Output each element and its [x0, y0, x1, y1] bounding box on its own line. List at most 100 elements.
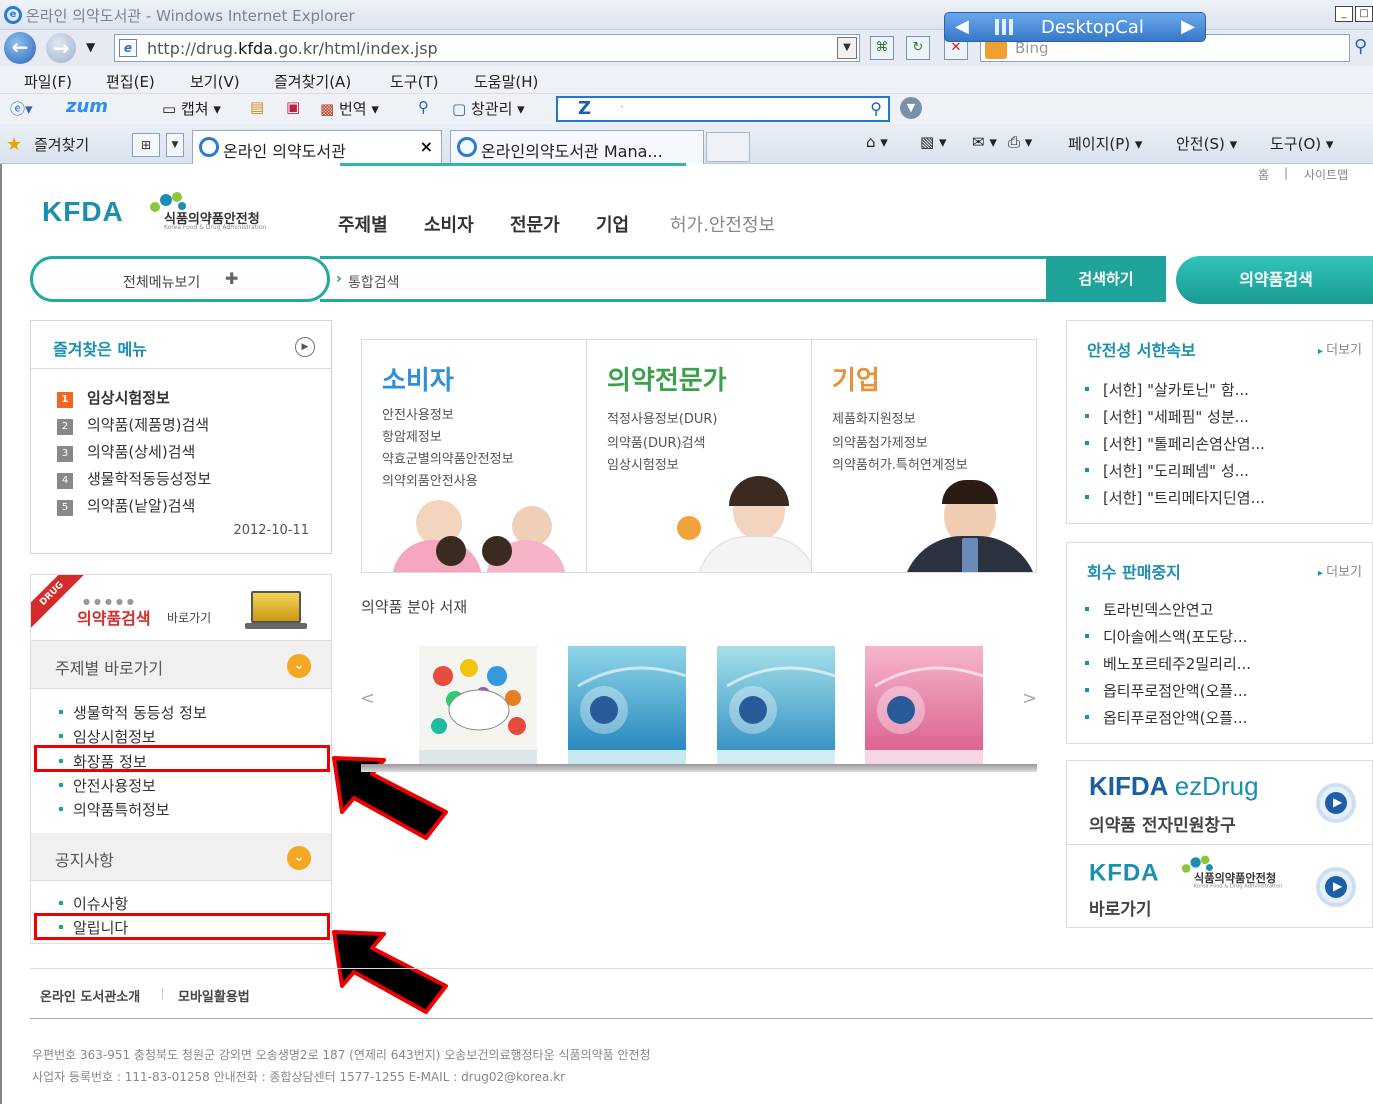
print-icon[interactable]: ⎙ ▾ [1008, 133, 1032, 151]
biz-link-3[interactable]: 의약품허가.특허연계정보 [832, 454, 968, 473]
favorites-star-icon[interactable]: ★ [6, 134, 22, 155]
window-manager-button[interactable]: ▢ 창관리 ▾ [452, 98, 525, 119]
tools-menu[interactable]: 도구(O) ▾ [1270, 133, 1333, 154]
safety-more-link[interactable]: 더보기 [1318, 339, 1362, 358]
play-circle-icon[interactable]: ▶ [295, 337, 315, 357]
pro-link-3[interactable]: 임상시험정보 [607, 454, 679, 473]
menu-tools[interactable]: 도구(T) [390, 71, 438, 92]
safety-item-3[interactable]: [서한] "톨페리손염산염... [1085, 433, 1265, 454]
consumer-link-2[interactable]: 항암제정보 [382, 426, 442, 445]
chevron-down-icon[interactable]: ⌄ [287, 654, 311, 678]
pro-link-1[interactable]: 적정사용정보(DUR) [607, 408, 717, 427]
favorite-item-5[interactable]: 5 의약품(낱알)검색 [57, 495, 195, 516]
notice-link-issues[interactable]: 이슈사항 [59, 893, 128, 914]
book-cover-4[interactable] [865, 646, 983, 764]
ezdrug-link[interactable]: KIFDA ezDrug 의약품 전자민원창구 ▶ [1067, 761, 1372, 845]
gnb-topic[interactable]: 주제별 [338, 211, 388, 237]
memo-icon[interactable]: ▤ [250, 98, 264, 116]
back-button[interactable]: ← [4, 32, 36, 64]
safety-menu[interactable]: 안전(S) ▾ [1176, 133, 1237, 154]
kfda-logo[interactable]: KFDA 식품의약품안전청 Korea Food & Drug Administ… [42, 192, 266, 231]
gnb-license-safety[interactable]: 허가.안전정보 [670, 211, 775, 237]
menu-favorites[interactable]: 즐겨찾기(A) [274, 71, 351, 92]
safety-item-1[interactable]: [서한] "살카토닌" 함... [1085, 379, 1249, 400]
refresh-icon[interactable]: ↻ [906, 36, 930, 60]
desktopcal-next-icon[interactable]: ▶ [1181, 16, 1195, 37]
util-sitemap-link[interactable]: 사이트맵 [1304, 166, 1348, 183]
url-dropdown-icon[interactable]: ▼ [837, 37, 857, 59]
new-tab-button[interactable] [706, 132, 750, 162]
safety-item-4[interactable]: [서한] "도리페넴" 성... [1085, 460, 1249, 481]
tab-library-manager[interactable]: 온라인의약도서관 Mana... [450, 130, 704, 164]
zum-options-icon[interactable]: ▼ [900, 97, 922, 119]
url-field[interactable]: e http://drug.kfda.go.kr/html/index.jsp … [114, 34, 860, 62]
gnb-expert[interactable]: 전문가 [510, 211, 560, 237]
topic-link-safe-use[interactable]: 안전사용정보 [59, 775, 156, 796]
recall-item-3[interactable]: 베노포르테주2밀리리... [1085, 653, 1251, 674]
minimize-button[interactable]: _ [1335, 6, 1353, 22]
panel-professional[interactable]: 의약전문가 적정사용정보(DUR) 의약품(DUR)검색 임상시험정보 [587, 340, 812, 572]
safety-item-2[interactable]: [서한] "세페핌" 성분... [1085, 406, 1249, 427]
drug-search-banner[interactable]: DRUG ●●●●● 의약품검색 바로가기 [31, 575, 331, 641]
zum-dropdown-icon[interactable]: · [620, 100, 624, 114]
book-cover-3[interactable] [717, 646, 835, 764]
history-dropdown-icon[interactable]: ▼ [86, 40, 95, 54]
gnb-business[interactable]: 기업 [596, 211, 629, 237]
notice-header[interactable]: 공지사항 ⌄ [31, 833, 331, 881]
topic-link-bioequivalence[interactable]: 생물학적 동등성 정보 [59, 702, 207, 723]
footer-link-mobile[interactable]: 모바일활용법 [178, 986, 250, 1005]
all-menu-button[interactable]: 전체메뉴보기 ✚ [30, 256, 330, 302]
biz-link-2[interactable]: 의약품첨가제정보 [832, 432, 928, 451]
chevron-down-icon[interactable]: ⌄ [287, 846, 311, 870]
topic-link-patent[interactable]: 의약품특허정보 [59, 799, 170, 820]
shelf-next-button[interactable]: > [1022, 688, 1037, 709]
desktopcal-widget[interactable]: ◀ DesktopCal ▶ [944, 12, 1206, 42]
play-circle-icon[interactable]: ▶ [1316, 783, 1356, 823]
shelf-prev-button[interactable]: < [360, 688, 375, 709]
menu-view[interactable]: 보기(V) [190, 71, 240, 92]
menu-help[interactable]: 도움말(H) [474, 71, 538, 92]
drug-search-button[interactable]: 의약품검색 [1176, 256, 1373, 304]
panel-business[interactable]: 기업 제품화지원정보 의약품첨가제정보 의약품허가.특허연계정보 [812, 340, 1037, 572]
maximize-button[interactable]: □ [1355, 6, 1373, 22]
favorite-item-4[interactable]: 4 생물학적동등성정보 [57, 468, 211, 489]
tab-online-library[interactable]: 온라인 의약도서관 × [192, 130, 442, 164]
save-icon[interactable]: ▣ [286, 98, 300, 116]
mail-icon[interactable]: ✉ ▾ [972, 133, 997, 151]
favorite-item-1[interactable]: 1 임상시험정보 [57, 387, 170, 408]
biz-link-1[interactable]: 제품화지원정보 [832, 408, 916, 427]
page-menu[interactable]: 페이지(P) ▾ [1068, 133, 1142, 154]
quick-tabs-icon[interactable]: ⊞ [132, 133, 160, 157]
capture-button[interactable]: ▭ 캡쳐 ▾ [162, 98, 221, 119]
favorites-button[interactable]: 즐겨찾기 [34, 134, 89, 155]
search-icon[interactable]: ⚲ [1354, 36, 1367, 57]
recall-item-2[interactable]: 디아솔에스액(포도당... [1085, 626, 1247, 647]
menu-edit[interactable]: 편집(E) [106, 71, 155, 92]
translate-button[interactable]: ▩ 번역 ▾ [320, 98, 379, 119]
favorite-item-3[interactable]: 3 의약품(상세)검색 [57, 441, 195, 462]
recall-item-1[interactable]: 토라빈덱스안연고 [1085, 599, 1213, 620]
zum-logo[interactable]: zum [66, 96, 108, 117]
menu-file[interactable]: 파일(F) [24, 71, 72, 92]
favorite-item-2[interactable]: 2 의약품(제품명)검색 [57, 414, 209, 435]
close-tab-icon[interactable]: × [420, 137, 433, 156]
search-button[interactable]: 검색하기 [1046, 256, 1166, 302]
book-cover-2[interactable] [568, 646, 686, 764]
footer-link-about[interactable]: 온라인 도서관소개 [40, 986, 140, 1005]
recall-item-4[interactable]: 옵티푸로점안액(오플... [1085, 680, 1247, 701]
recall-more-link[interactable]: 더보기 [1318, 561, 1362, 580]
safety-item-5[interactable]: [서한] "트리메타지딘염... [1085, 487, 1265, 508]
kfda-home-link[interactable]: KFDA 식품의약품안전청 Korea Food & Drug Administ… [1067, 845, 1372, 929]
consumer-link-3[interactable]: 약효군별의약품안전정보 [382, 448, 514, 467]
zoom-icon[interactable]: ⚲ [418, 98, 429, 116]
tab-list-icon[interactable]: ▼ [166, 133, 184, 157]
topic-link-clinical[interactable]: 임상시험정보 [59, 726, 156, 747]
forward-button[interactable]: → [46, 33, 76, 63]
integrated-search-input[interactable]: › 통합검색 [320, 256, 1046, 302]
consumer-link-4[interactable]: 의약외품안전사용 [382, 470, 478, 489]
consumer-link-1[interactable]: 안전사용정보 [382, 404, 454, 423]
zum-search-input[interactable]: Z · ⚲ [556, 96, 890, 122]
home-icon[interactable]: ⌂ ▾ [866, 133, 888, 151]
gnb-consumer[interactable]: 소비자 [424, 211, 474, 237]
topic-shortcut-header[interactable]: 주제별 바로가기 ⌄ [31, 641, 331, 689]
